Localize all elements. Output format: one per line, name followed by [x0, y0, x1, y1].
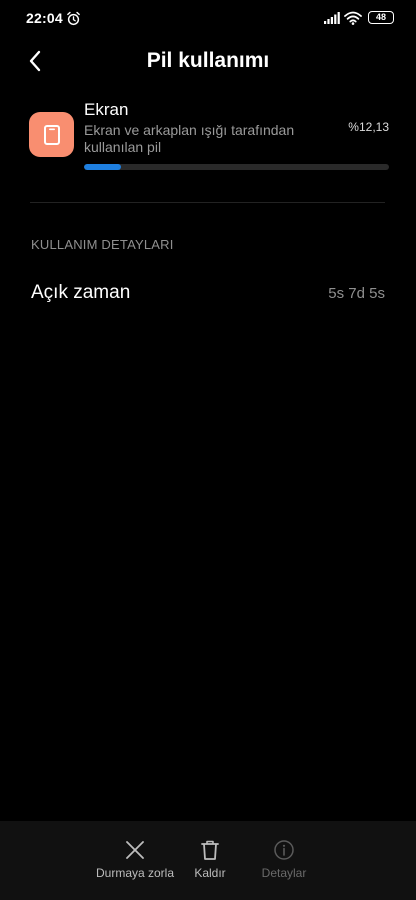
signal-icon — [324, 12, 340, 24]
usage-progress-track — [84, 164, 389, 170]
force-stop-label: Durmaya zorla — [95, 866, 175, 880]
app-icon — [29, 112, 74, 157]
detail-row-on-time: Açık zaman 5s 7d 5s — [0, 276, 416, 314]
status-bar: 22:04 48 — [0, 0, 416, 36]
usage-item-screen: Ekran Ekran ve arkaplan ışığı tarafından… — [0, 96, 416, 186]
bottom-action-bar: Durmaya zorla Kaldır Detaylar — [0, 821, 416, 900]
alarm-icon — [67, 11, 80, 26]
divider — [30, 202, 385, 203]
close-icon — [126, 841, 144, 859]
page-title: Pil kullanımı — [146, 49, 270, 72]
section-header-usage-details: KULLANIM DETAYLARI — [31, 237, 174, 252]
battery-icon: 48 — [368, 11, 394, 24]
uninstall-label: Kaldır — [194, 866, 226, 880]
usage-percent: %12,13 — [348, 120, 389, 134]
app-description: Ekran ve arkaplan ışığı tarafından kulla… — [84, 122, 295, 155]
details-label: Detaylar — [261, 866, 307, 880]
uninstall-button[interactable]: Kaldır — [180, 821, 240, 900]
trash-icon — [201, 840, 219, 860]
usage-progress-fill — [84, 164, 121, 170]
details-button[interactable]: Detaylar — [252, 821, 316, 900]
tablet-icon — [43, 124, 60, 145]
detail-label: Açık zaman — [31, 282, 131, 303]
wifi-icon — [344, 11, 362, 25]
detail-value: 5s 7d 5s — [328, 285, 385, 302]
chevron-left-icon — [29, 50, 41, 72]
back-button[interactable] — [20, 46, 50, 76]
battery-usage-screen: 22:04 48 Pil kullanımı Ekran Ekran ve ar… — [0, 0, 416, 900]
info-icon — [274, 840, 294, 860]
status-time: 22:04 — [26, 10, 63, 26]
force-stop-button[interactable]: Durmaya zorla — [85, 821, 185, 900]
app-name: Ekran — [84, 100, 129, 119]
